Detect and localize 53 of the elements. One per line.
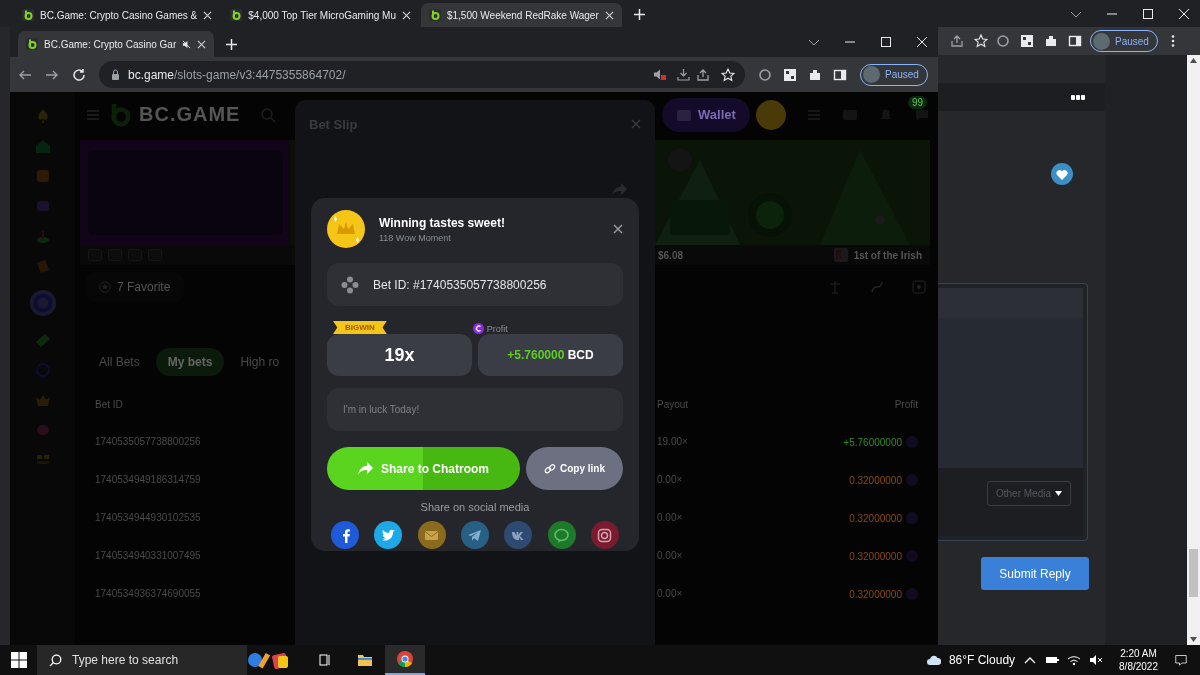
tab-title: $4,000 Top Tier MicroGaming Mu	[248, 9, 396, 21]
notification-badge: 99	[908, 96, 928, 109]
tab-title: $1,500 Weekend RedRake Wager	[446, 9, 599, 21]
address-bar[interactable]: bc.game/slots-game/v3:4475355864702/	[99, 61, 745, 88]
bigwin-ribbon: BIGWIN	[333, 321, 387, 334]
table-cell: 0.32000000	[849, 474, 902, 486]
url-text: bc.game/slots-game/v3:4475355864702/	[128, 67, 346, 82]
submit-reply-button[interactable]: Submit Reply	[981, 557, 1089, 590]
copy-link-button[interactable]: Copy link	[526, 447, 623, 490]
profile-button[interactable]: Paused	[860, 63, 928, 86]
table-cell: 0.00×	[657, 474, 683, 485]
search-placeholder: Type here to search	[72, 653, 179, 667]
profit-amount: +5.760000 BCD	[507, 348, 594, 362]
dialog-title: Winning tastes sweet!	[379, 215, 505, 230]
message-field[interactable]: I'm in luck Today!	[327, 388, 623, 431]
browser-tab[interactable]: BC.Game: Crypto Casino Games &	[14, 3, 221, 27]
browser-tab[interactable]: $1,500 Weekend RedRake Wager	[420, 3, 622, 27]
table-cell: 1740534936374690055	[95, 588, 201, 599]
bets-tab[interactable]: My bets	[155, 348, 225, 376]
site-logo-text: BC.GAME	[139, 103, 241, 126]
clock-date: 8/8/2022	[1119, 660, 1158, 673]
multiplier-value: 19x	[384, 344, 415, 366]
table-cell: +5.76000000	[843, 436, 902, 448]
weather-text: 86°F Cloudy	[948, 653, 1016, 667]
table-cell: 0.00×	[657, 550, 683, 561]
profit-label: Profit	[486, 323, 508, 334]
column-header: Bet ID	[95, 399, 123, 410]
game-price: $6.08	[658, 249, 684, 261]
table-cell: 0.32000000	[849, 588, 902, 600]
table-cell: 1740534949186314759	[95, 474, 201, 485]
column-header: Profit	[894, 399, 918, 410]
table-cell: 1740535057738800256	[95, 436, 201, 447]
tab-title: BC.Game: Crypto Casino Games &	[40, 9, 198, 21]
taskbar-search-field[interactable]: Type here to search	[37, 645, 247, 675]
wallet-button[interactable]: Wallet	[662, 97, 750, 132]
browser-tab[interactable]: BC.Game: Crypto Casino Gar	[18, 31, 215, 57]
table-cell: 0.00×	[657, 512, 683, 523]
game-title: 1st of the Irish	[853, 249, 922, 261]
table-cell: 1740534940331007495	[95, 550, 201, 561]
share-to-chatroom-button[interactable]: Share to Chatroom	[327, 447, 520, 490]
table-cell: 19.00×	[657, 436, 688, 447]
tab-title: BC.Game: Crypto Casino Gar	[44, 38, 177, 50]
browser-tab[interactable]: $4,000 Top Tier MicroGaming Mu	[222, 3, 419, 27]
social-share-label: Share on social media	[419, 501, 531, 513]
dialog-subtitle: 118 Wow Moment	[379, 232, 452, 243]
clock-time: 2:20 AM	[1120, 647, 1157, 660]
table-cell: 1740534944930102535	[95, 512, 201, 523]
table-cell: 0.32000000	[849, 550, 902, 562]
profile-button[interactable]: Paused	[1090, 30, 1158, 52]
table-cell: 0.32000000	[849, 512, 902, 524]
column-header: Payout	[657, 399, 689, 410]
bet-id-text: Bet ID: #1740535057738800256	[373, 277, 547, 292]
table-cell: 0.00×	[657, 588, 683, 599]
